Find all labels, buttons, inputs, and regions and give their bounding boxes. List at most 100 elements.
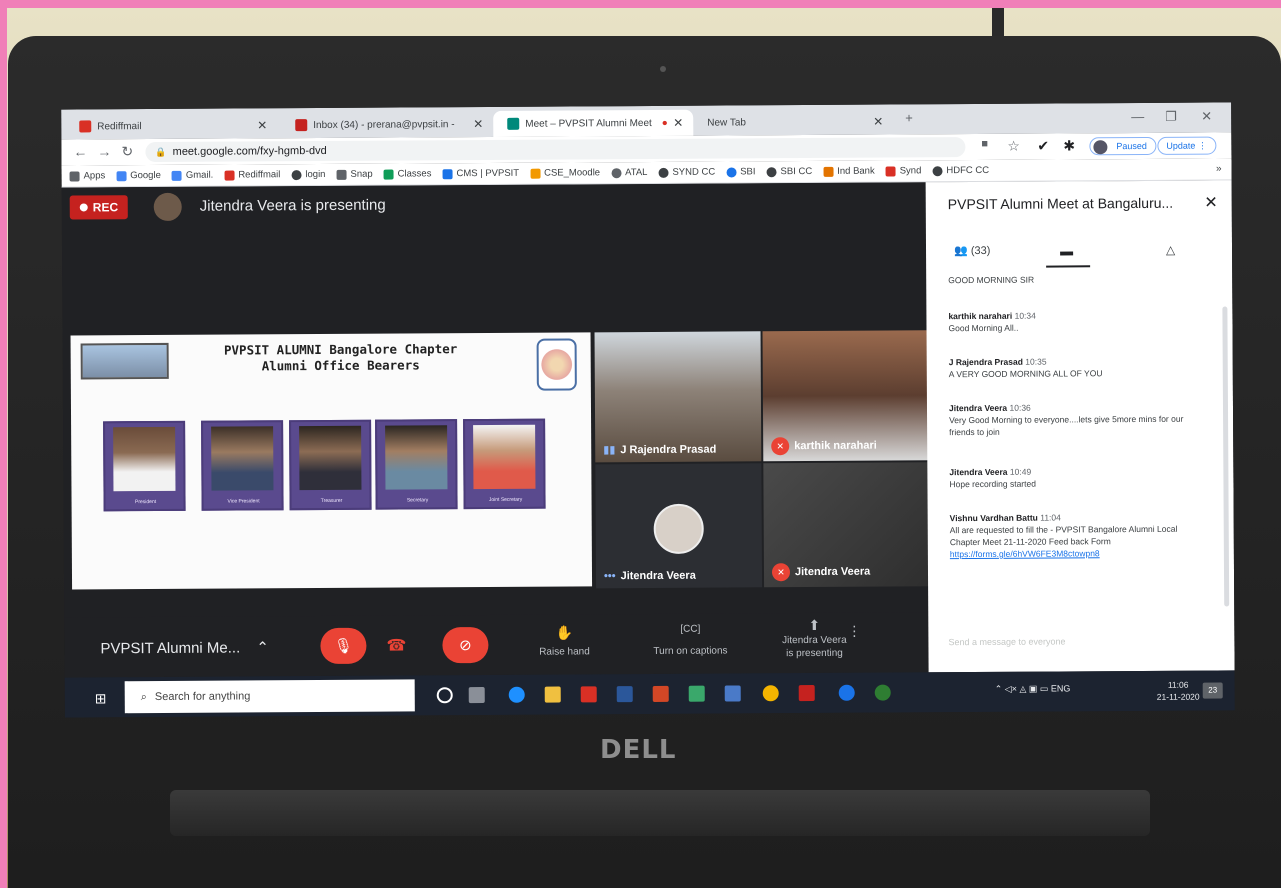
message-input[interactable]: Send a message to everyone: [948, 636, 1065, 647]
message-text: Good Morning All..: [948, 322, 1019, 334]
camera-icon[interactable]: ■: [981, 138, 988, 150]
new-tab-icon[interactable]: +: [905, 110, 913, 125]
tab-inbox[interactable]: Inbox (34) - prerana@pvpsit.in - ✕: [281, 111, 493, 138]
window-close-icon[interactable]: ✕: [1201, 109, 1212, 125]
member-card: Secretary: [375, 419, 458, 510]
more-options-icon[interactable]: ⋮: [844, 623, 864, 640]
message-sender: Jitendra Veera: [949, 466, 1008, 478]
star-icon[interactable]: ☆: [1007, 138, 1020, 155]
member-role: Treasurer: [320, 497, 343, 505]
video-tile[interactable]: ✕ karthik narahari: [762, 330, 930, 462]
bookmark-sbi[interactable]: SBI: [726, 166, 756, 177]
reload-icon[interactable]: ↻: [121, 143, 133, 160]
member-photo: [211, 426, 274, 491]
tab-rediffmail[interactable]: Rediffmail ✕: [65, 112, 277, 139]
raise-hand-label: Raise hand: [539, 646, 590, 658]
meeting-details-button[interactable]: PVPSIT Alumni Me... ⌃: [100, 638, 269, 657]
google-icon: [171, 170, 182, 181]
message-sender: Jitendra Veera: [948, 402, 1008, 414]
url-input[interactable]: 🔒 meet.google.com/fxy-hgmb-dvd: [145, 137, 966, 163]
meet-controls: PVPSIT Alumni Me... ⌃ 🎙 ☎ ⊘ ✋ Raise hand…: [64, 612, 929, 678]
tab-activities[interactable]: △: [1166, 243, 1175, 257]
chat-scrollbar[interactable]: [1222, 306, 1230, 607]
back-icon[interactable]: ←: [73, 143, 87, 159]
tab-new-tab[interactable]: New Tab ✕: [693, 108, 893, 135]
app-icon[interactable]: [874, 684, 891, 701]
forward-icon[interactable]: →: [97, 143, 111, 159]
leave-call-button[interactable]: ☎: [386, 635, 406, 655]
word-icon[interactable]: [616, 686, 633, 703]
chat-message: Jitendra Veera 10:36 Very Good Morning t…: [949, 401, 1209, 439]
extensions-icon[interactable]: ✱: [1063, 137, 1075, 154]
bookmark-synd[interactable]: Synd: [885, 165, 921, 176]
close-icon[interactable]: ✕: [673, 116, 683, 130]
shapes-icon: △: [1165, 242, 1176, 257]
tile-name: ✕ karthik narahari: [771, 437, 877, 456]
speaking-icon: ▮▮: [603, 444, 616, 457]
bookmark-google[interactable]: Google: [116, 170, 161, 181]
rediffmail-icon: [79, 120, 92, 133]
bookmark-label: Classes: [397, 168, 432, 180]
close-icon[interactable]: ✕: [873, 115, 883, 129]
bookmark-cse-moodle[interactable]: CSE_Moodle: [530, 167, 600, 179]
bookmark-label: login: [305, 168, 326, 181]
snap-icon: [336, 169, 347, 180]
clock-time: 11:06: [1167, 679, 1189, 690]
tab-meet[interactable]: Meet – PVPSIT Alumni Meet ● ✕: [493, 109, 694, 137]
bookmark-login[interactable]: login: [291, 169, 325, 180]
profile-status: Paused: [1116, 140, 1147, 152]
mic-toggle-button[interactable]: 🎙: [320, 627, 367, 665]
bookmark-ind-bank[interactable]: Ind Bank: [823, 166, 875, 177]
taskbar-search[interactable]: ⌕ Search for anything: [124, 679, 415, 714]
message-time: 10:49: [1009, 466, 1032, 477]
check-icon[interactable]: ✔: [1037, 138, 1049, 155]
slide-title: PVPSIT ALUMNI Bangalore Chapter Alumni O…: [191, 341, 491, 375]
minimize-icon[interactable]: —: [1131, 109, 1144, 124]
bookmark-hdfc-cc[interactable]: HDFC CC: [932, 165, 989, 176]
edge-icon[interactable]: [508, 686, 525, 703]
bookmark-atal[interactable]: ATAL: [611, 167, 647, 178]
app-icon[interactable]: [724, 685, 741, 702]
system-tray[interactable]: ⌃ ◁× ◬ ▣ ▭ ENG: [995, 683, 1071, 694]
more-bookmarks-icon[interactable]: »: [1216, 163, 1222, 174]
feedback-form-link[interactable]: https://forms.gle/6hVW6FE3M8ctowpn8: [950, 548, 1100, 559]
task-view-icon[interactable]: [468, 687, 485, 704]
bookmark-snap[interactable]: Snap: [336, 169, 373, 180]
powerpoint-icon[interactable]: [652, 685, 669, 702]
notification-icon[interactable]: 23: [1202, 682, 1223, 699]
close-icon[interactable]: ✕: [473, 117, 483, 131]
cortana-icon[interactable]: [436, 687, 453, 704]
video-tile[interactable]: ✕ Jitendra Veera: [763, 462, 931, 588]
file-explorer-icon[interactable]: [544, 686, 561, 703]
url-text: meet.google.com/fxy-hgmb-dvd: [172, 144, 327, 158]
photos-icon[interactable]: [688, 685, 705, 702]
windows-start-icon[interactable]: ⊞: [95, 690, 107, 707]
bookmark-cms[interactable]: CMS | PVPSIT: [442, 168, 519, 179]
video-tile[interactable]: ••• Jitendra Veera: [595, 463, 763, 589]
bookmark-sbi-cc[interactable]: SBI CC: [766, 166, 812, 177]
acrobat-icon[interactable]: [580, 686, 597, 703]
bookmark-rediffmail[interactable]: Rediffmail: [224, 169, 280, 180]
taskbar-clock[interactable]: 11:06 21-11-2020: [1157, 679, 1200, 703]
bookmark-synd-cc[interactable]: SYND CC: [658, 167, 715, 178]
update-button[interactable]: Update ⋮: [1157, 136, 1216, 155]
slide-title-line2: Alumni Office Bearers: [261, 357, 420, 374]
apps-icon: [69, 170, 80, 182]
restore-icon[interactable]: ❐: [1165, 109, 1177, 125]
tab-chat[interactable]: ▬: [1060, 243, 1073, 258]
bookmark-apps[interactable]: Apps: [69, 170, 105, 182]
video-tile[interactable]: ▮▮ J Rajendra Prasad: [594, 331, 762, 463]
chrome-icon[interactable]: [762, 685, 779, 702]
profile-button[interactable]: Paused: [1089, 136, 1156, 156]
search-icon: ⌕: [140, 690, 147, 703]
camera-toggle-button[interactable]: ⊘: [442, 626, 489, 664]
app-icon[interactable]: [838, 684, 855, 701]
recording-badge: REC: [69, 195, 129, 220]
close-icon[interactable]: ✕: [257, 118, 267, 132]
bookmark-classes[interactable]: Classes: [383, 168, 432, 180]
tab-people[interactable]: 👥 (33): [954, 244, 990, 257]
chat-message: Vishnu Vardhan Battu 11:04 All are reque…: [950, 511, 1210, 561]
access-icon[interactable]: [798, 684, 815, 702]
close-icon[interactable]: ✕: [1204, 193, 1218, 213]
bookmark-gmail[interactable]: Gmail.: [171, 170, 213, 181]
